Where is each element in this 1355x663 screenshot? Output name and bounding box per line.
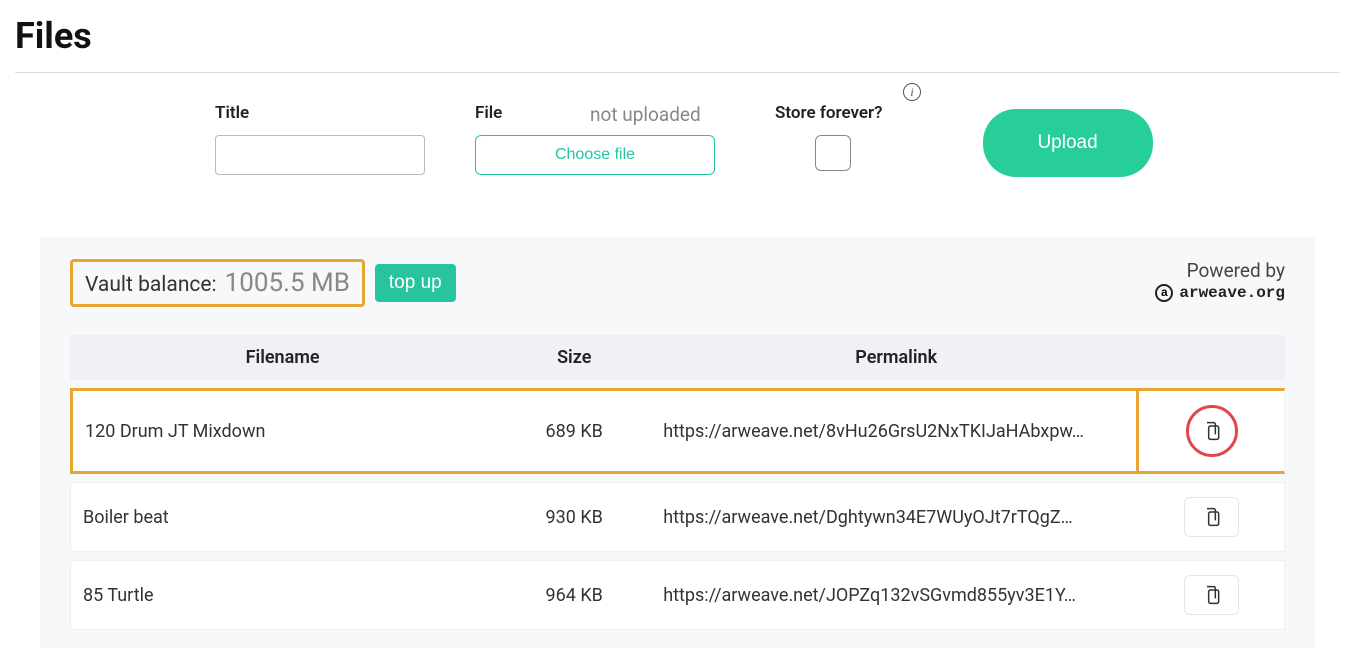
divider (15, 72, 1340, 73)
store-forever-group: i Store forever? (775, 103, 883, 171)
choose-file-button[interactable]: Choose file (475, 135, 715, 175)
top-up-button[interactable]: top up (375, 264, 456, 302)
table-row: Boiler beat930 KBhttps://arweave.net/Dgh… (70, 482, 1285, 552)
copy-icon (1202, 584, 1222, 606)
copy-permalink-button[interactable] (1186, 405, 1238, 457)
arweave-name: arweave.org (1179, 284, 1285, 302)
files-table: Filename Size Permalink 120 Drum JT Mixd… (70, 327, 1285, 638)
copy-permalink-button[interactable] (1184, 497, 1239, 537)
vault-balance-box: Vault balance: 1005.5 MB (70, 259, 365, 307)
table-row: 120 Drum JT Mixdown689 KBhttps://arweave… (70, 388, 1285, 474)
col-header-actions (1139, 335, 1285, 380)
store-forever-checkbox[interactable] (815, 135, 851, 171)
cell-permalink: https://arweave.net/8vHu26GrsU2NxTKIJaHA… (653, 388, 1139, 474)
copy-icon (1202, 506, 1222, 528)
title-label: Title (215, 103, 425, 123)
vault-balance-label: Vault balance: (85, 273, 217, 297)
cell-size: 930 KB (495, 482, 653, 552)
title-field-group: Title (215, 103, 425, 175)
powered-by: Powered by a arweave.org (1155, 259, 1285, 302)
cell-filename: 85 Turtle (70, 560, 495, 630)
title-input[interactable] (215, 135, 425, 175)
balance-row: Vault balance: 1005.5 MB top up Powered … (70, 259, 1285, 307)
cell-filename: Boiler beat (70, 482, 495, 552)
cell-permalink: https://arweave.net/JOPZq132vSGvmd855yv3… (653, 560, 1139, 630)
store-forever-label: Store forever? (775, 103, 883, 123)
cell-actions (1139, 388, 1285, 474)
cell-size: 689 KB (495, 388, 653, 474)
col-header-filename: Filename (70, 335, 495, 380)
cell-actions (1139, 482, 1285, 552)
file-upload-status: not uploaded (590, 103, 701, 126)
powered-by-label: Powered by (1155, 259, 1285, 282)
col-header-permalink: Permalink (653, 335, 1139, 380)
copy-icon (1202, 420, 1222, 442)
vault-balance-value: 1005.5 MB (225, 268, 350, 298)
cell-permalink: https://arweave.net/Dghtywn34E7WUyOJt7rT… (653, 482, 1139, 552)
info-icon[interactable]: i (903, 83, 921, 101)
col-header-size: Size (495, 335, 653, 380)
page-title: Files (15, 15, 1340, 57)
arweave-link[interactable]: a arweave.org (1155, 284, 1285, 302)
table-row: 85 Turtle964 KBhttps://arweave.net/JOPZq… (70, 560, 1285, 630)
files-panel: Vault balance: 1005.5 MB top up Powered … (40, 237, 1315, 648)
file-field-group: File not uploaded Choose file (475, 103, 715, 175)
cell-filename: 120 Drum JT Mixdown (70, 388, 495, 474)
arweave-logo-icon: a (1155, 284, 1173, 302)
upload-button[interactable]: Upload (983, 109, 1153, 177)
cell-actions (1139, 560, 1285, 630)
cell-size: 964 KB (495, 560, 653, 630)
copy-permalink-button[interactable] (1184, 575, 1239, 615)
upload-form: Title File not uploaded Choose file i St… (15, 103, 1340, 177)
